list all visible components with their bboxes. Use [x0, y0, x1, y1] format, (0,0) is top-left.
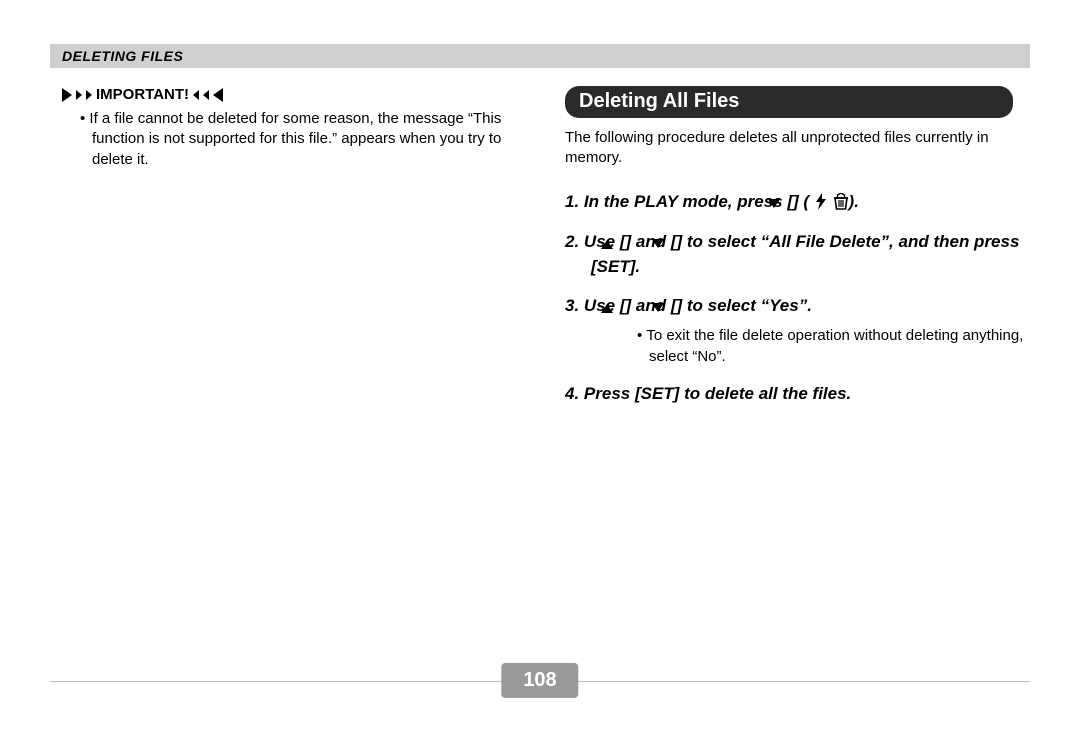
header-title: DELETING FILES: [50, 44, 1030, 64]
manual-page: DELETING FILES IMPORTANT! • If a file ca…: [0, 0, 1080, 730]
left-column: IMPORTANT! • If a file cannot be deleted…: [50, 86, 520, 170]
step-3-sub: • To exit the file delete operation with…: [649, 326, 1035, 367]
step-text: ] to select “Yes”.: [677, 296, 812, 315]
important-label: IMPORTANT!: [96, 86, 189, 103]
page-number: 108: [501, 663, 578, 698]
step-3: Use [] and [] to select “Yes”. • To exit…: [565, 295, 1035, 366]
step-text: Press [SET] to delete all the files.: [584, 384, 851, 403]
triangle-left-icon: [203, 90, 209, 100]
triangle-left-icon: [213, 88, 223, 102]
triangle-left-icon: [193, 90, 199, 100]
important-note: • If a file cannot be deleted for some r…: [92, 109, 520, 170]
header-bar: DELETING FILES: [50, 44, 1030, 68]
triangle-right-icon: [76, 90, 82, 100]
section-heading: Deleting All Files: [565, 86, 1013, 118]
procedure-steps: In the PLAY mode, press [] ( ). Use [] a…: [565, 191, 1035, 406]
important-note-text: If a file cannot be deleted for some rea…: [89, 110, 501, 168]
triangle-right-icon: [62, 88, 72, 102]
step-4: Press [SET] to delete all the files.: [565, 383, 1035, 406]
step-text: ).: [849, 192, 859, 211]
flash-icon: [814, 193, 828, 210]
section-intro: The following procedure deletes all unpr…: [565, 128, 1005, 169]
trash-icon: [833, 193, 849, 210]
important-heading: IMPORTANT!: [62, 86, 520, 103]
step-3-sub-text: To exit the file delete operation withou…: [646, 327, 1023, 364]
step-1: In the PLAY mode, press [] ( ).: [565, 191, 1035, 216]
step-2: Use [] and [] to select “All File Delete…: [565, 231, 1035, 279]
step-text: In the PLAY mode, press [: [584, 192, 793, 211]
step-text: ] (: [793, 192, 809, 211]
triangle-right-icon: [86, 90, 92, 100]
right-column: Deleting All Files The following procedu…: [565, 86, 1035, 422]
